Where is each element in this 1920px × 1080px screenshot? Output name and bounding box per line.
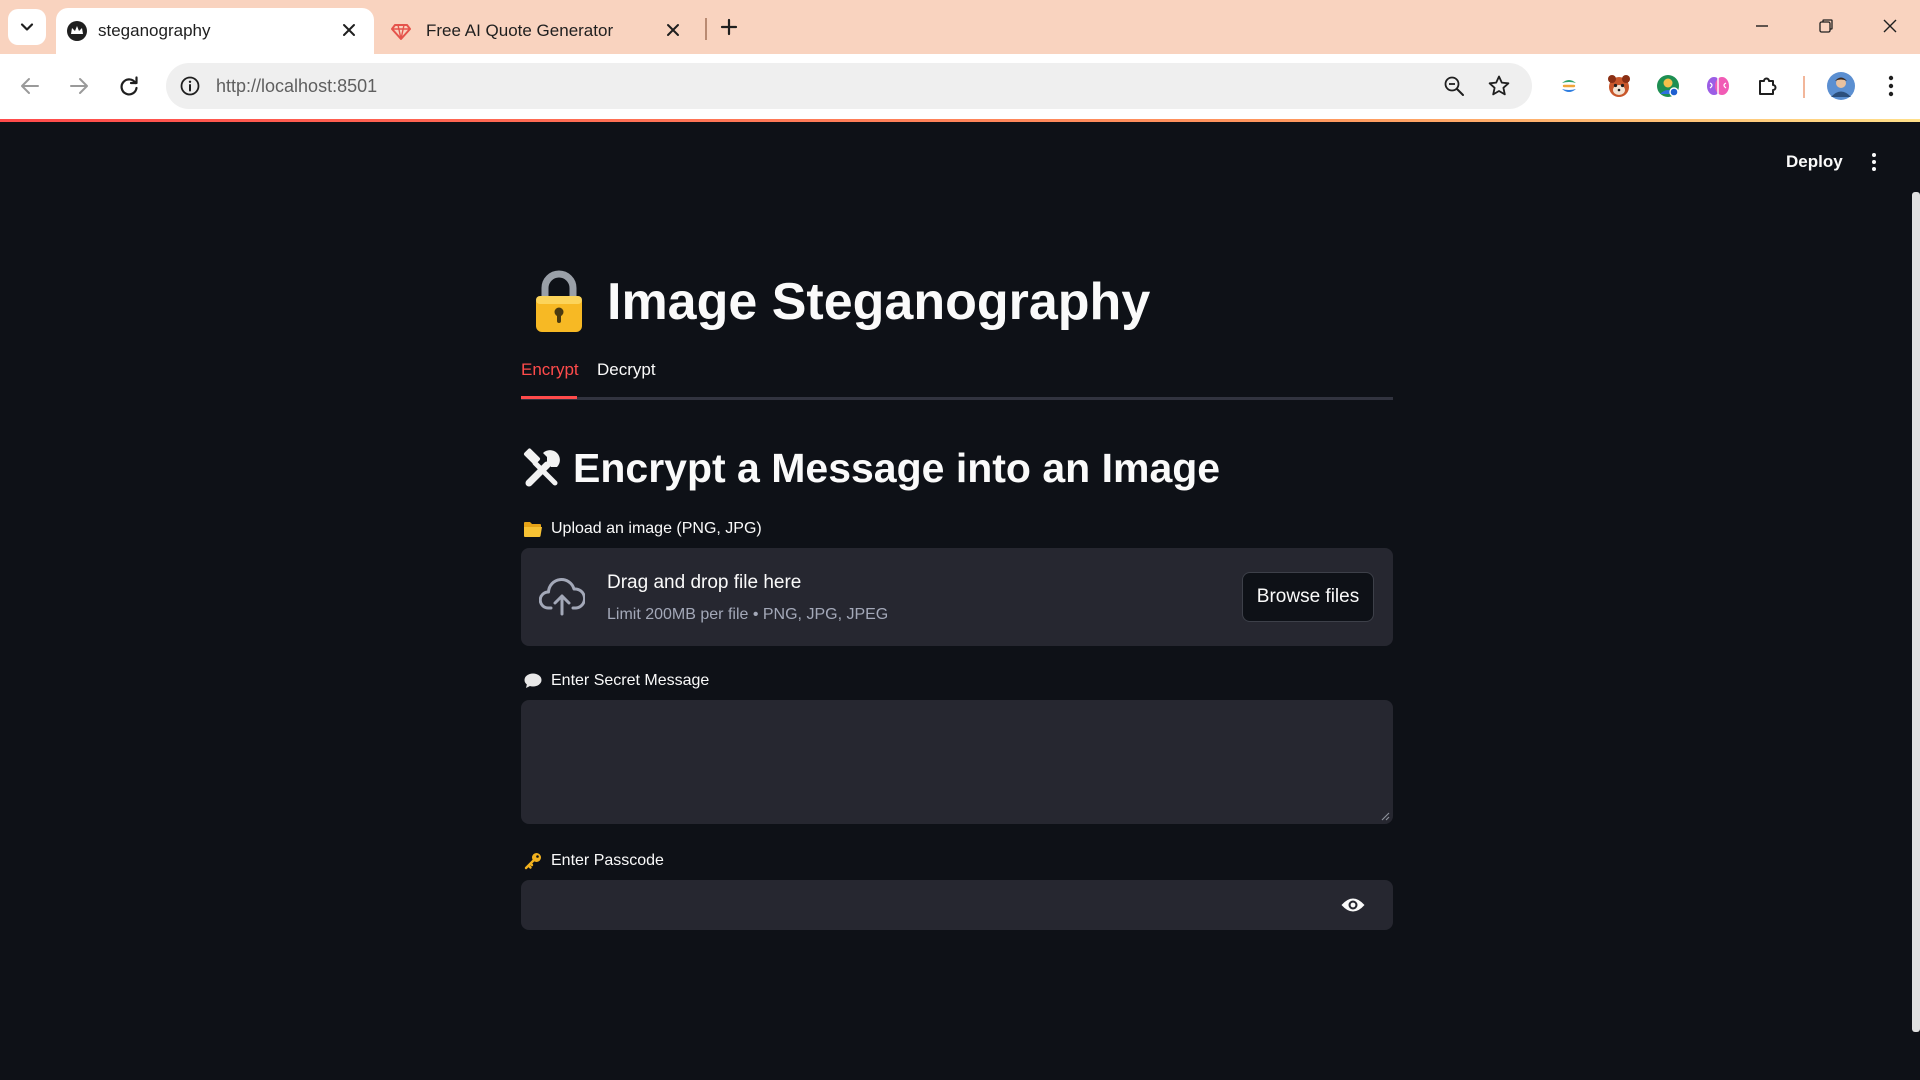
minimize-button[interactable] <box>1742 8 1782 44</box>
chevron-down-icon <box>20 23 34 31</box>
restore-button[interactable] <box>1806 8 1846 44</box>
extension-panda-icon[interactable] <box>1604 71 1634 101</box>
reload-icon <box>120 76 138 96</box>
new-tab-button[interactable] <box>712 10 746 44</box>
tab-search-button[interactable] <box>8 9 46 45</box>
section-title: Encrypt a Message into an Image <box>573 444 1221 491</box>
url-text[interactable]: http://localhost:8501 <box>216 76 377 97</box>
close-icon <box>1883 19 1897 33</box>
bookmark-star-icon[interactable] <box>1487 74 1511 98</box>
tab-bar: Encrypt Decrypt <box>521 352 1393 400</box>
deploy-button[interactable]: Deploy <box>1772 142 1857 182</box>
dropzone-title: Drag and drop file here <box>607 572 802 593</box>
toolbar-divider <box>1803 76 1805 98</box>
file-dropzone[interactable]: Drag and drop file here Limit 200MB per … <box>521 548 1393 646</box>
speech-bubble-icon <box>523 671 543 691</box>
passcode-label: Enter Passcode <box>523 850 664 872</box>
scrollbar[interactable] <box>1912 192 1920 1032</box>
tab-decrypt[interactable]: Decrypt <box>597 360 656 394</box>
tab-title: Free AI Quote Generator <box>426 21 614 40</box>
dropzone-hint: Limit 200MB per file • PNG, JPG, JPEG <box>607 606 889 623</box>
tab-title: steganography <box>98 21 211 40</box>
message-label-text: Enter Secret Message <box>551 672 710 689</box>
forward-button[interactable] <box>61 68 97 104</box>
browser-tab-steganography[interactable]: steganography <box>56 8 374 54</box>
gem-icon <box>390 20 412 42</box>
back-button[interactable] <box>12 68 48 104</box>
show-password-icon[interactable] <box>1339 892 1367 918</box>
browse-files-button[interactable]: Browse files <box>1242 572 1374 622</box>
reload-button[interactable] <box>111 68 147 104</box>
key-icon <box>523 851 543 871</box>
page-title: Image Steganography <box>521 262 1150 342</box>
tools-icon <box>523 448 560 487</box>
extension-leaf-icon[interactable] <box>1554 71 1584 101</box>
plus-icon <box>720 18 738 36</box>
browser-toolbar: http://localhost:8501 <box>0 54 1920 120</box>
upload-label-text: Upload an image (PNG, JPG) <box>551 520 762 537</box>
minimize-icon <box>1756 25 1768 27</box>
puzzle-icon[interactable] <box>1753 71 1783 101</box>
app-view: Deploy Image Steganography Encrypt Decry… <box>0 122 1920 1080</box>
kebab-menu-icon <box>1872 153 1876 171</box>
site-info-icon[interactable] <box>178 74 202 98</box>
secret-message-textarea[interactable] <box>521 700 1393 824</box>
browser-tab-strip: steganography Free AI Quote Generator <box>0 0 1920 54</box>
address-bar[interactable]: http://localhost:8501 <box>166 63 1532 109</box>
upload-label: Upload an image (PNG, JPG) <box>523 518 762 540</box>
extension-globe-icon[interactable] <box>1653 71 1683 101</box>
passcode-input[interactable] <box>521 880 1393 930</box>
resize-grip-icon[interactable] <box>1380 811 1390 821</box>
extension-brain-icon[interactable] <box>1703 71 1733 101</box>
close-window-button[interactable] <box>1870 8 1910 44</box>
folder-icon <box>523 519 543 539</box>
passcode-label-text: Enter Passcode <box>551 852 664 869</box>
browser-tab-quote-generator[interactable]: Free AI Quote Generator <box>380 8 698 54</box>
zoom-icon[interactable] <box>1442 74 1466 98</box>
section-heading: Encrypt a Message into an Image <box>521 440 1220 496</box>
message-label: Enter Secret Message <box>523 670 709 692</box>
page-title-text: Image Steganography <box>607 273 1151 331</box>
lock-icon <box>536 270 582 332</box>
arrow-left-icon <box>21 78 39 94</box>
tab-divider <box>705 18 707 40</box>
restore-icon <box>1819 19 1833 33</box>
avatar[interactable] <box>1824 69 1858 103</box>
arrow-right-icon <box>70 78 88 94</box>
browser-menu-icon[interactable] <box>1876 71 1906 101</box>
crown-icon <box>66 20 88 42</box>
close-tab-icon[interactable] <box>338 19 360 41</box>
close-tab-icon[interactable] <box>662 19 684 41</box>
tab-encrypt[interactable]: Encrypt <box>521 360 579 394</box>
tab-active-indicator <box>521 396 577 399</box>
main-menu-button[interactable] <box>1858 144 1890 180</box>
cloud-upload-icon <box>539 578 585 616</box>
